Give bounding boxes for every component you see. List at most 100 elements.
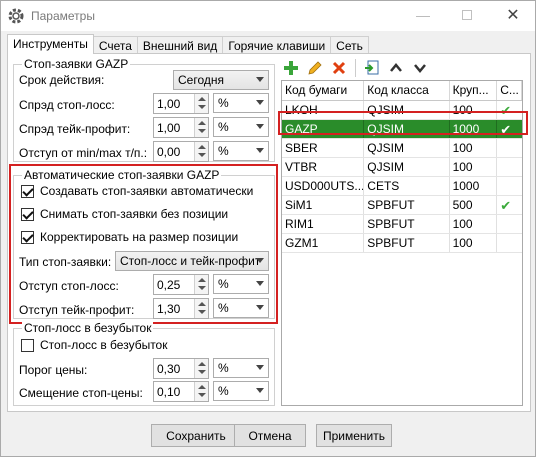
sl-offset-unit-select[interactable]: % [213, 274, 269, 294]
import-button[interactable] [362, 58, 382, 78]
tab-network[interactable]: Сеть [330, 36, 369, 54]
spin-buttons[interactable] [194, 382, 208, 401]
table-row[interactable]: GZM1 SPBFUT 100 [282, 234, 522, 253]
sl-offset-stepper[interactable]: 0,25 [153, 274, 209, 295]
validity-select[interactable]: Сегодня [173, 70, 269, 90]
gear-icon [8, 8, 24, 24]
edit-icon [308, 61, 322, 75]
column-header-code[interactable]: Код бумаги [282, 81, 365, 100]
table-row[interactable]: VTBR QJSIM 100 [282, 158, 522, 177]
table-row[interactable]: SiM1 SPBFUT 500 ✔ [282, 196, 522, 215]
cell-class: SPBFUT [364, 215, 450, 233]
minimize-button[interactable]: — [401, 1, 445, 29]
spin-up-icon [198, 145, 206, 149]
delete-button[interactable] [329, 58, 349, 78]
table-row[interactable]: LKOH QJSIM 100 ✔ [282, 101, 522, 120]
spin-buttons[interactable] [194, 118, 208, 137]
spin-buttons[interactable] [194, 94, 208, 113]
tab-strip: Инструменты Счета Внешний вид Горячие кл… [7, 34, 369, 54]
tab-appearance[interactable]: Внешний вид [136, 36, 224, 54]
stop-type-value: Стоп-лосс и тейк-профит [120, 254, 261, 268]
status-cell [497, 139, 522, 157]
cell-code: VTBR [282, 158, 365, 176]
cell-lot: 1000 [450, 177, 498, 195]
tp-offset-stepper[interactable]: 1,30 [153, 298, 209, 319]
tab-accounts[interactable]: Счета [92, 36, 138, 54]
sl-spread-unit-select[interactable]: % [213, 93, 269, 113]
save-button[interactable]: Сохранить [151, 424, 241, 447]
unit-value: % [218, 120, 229, 134]
tp-offset-unit-select[interactable]: % [213, 298, 269, 318]
edit-button[interactable] [305, 58, 325, 78]
cell-lot: 100 [450, 158, 498, 176]
create-auto-checkbox[interactable]: Создавать стоп-заявки автоматически [21, 184, 253, 198]
tp-spread-unit-select[interactable]: % [213, 117, 269, 137]
spin-up-icon [198, 97, 206, 101]
sl-spread-stepper[interactable]: 1,00 [153, 93, 209, 114]
tp-spread-stepper[interactable]: 1,00 [153, 117, 209, 138]
settings-window: Параметры — ✕ Инструменты Счета Внешний … [0, 0, 536, 457]
table-row[interactable]: USD000UTS... CETS 1000 [282, 177, 522, 196]
cell-lot: 100 [450, 139, 498, 157]
cell-class: QJSIM [364, 139, 450, 157]
move-up-button[interactable] [386, 58, 406, 78]
chevron-down-icon [256, 258, 264, 263]
cell-class: SPBFUT [364, 196, 450, 214]
chevron-down-icon [256, 281, 264, 286]
add-button[interactable] [281, 58, 301, 78]
checkbox-checked-icon [21, 184, 34, 198]
spin-down-icon [198, 105, 206, 109]
spin-buttons[interactable] [194, 299, 208, 318]
remove-no-position-checkbox[interactable]: Снимать стоп-заявки без позиции [21, 207, 228, 221]
checkbox-label: Снимать стоп-заявки без позиции [40, 207, 229, 221]
checkbox-checked-icon [21, 207, 34, 221]
spin-up-icon [198, 362, 206, 366]
sl-spread-label: Спрэд стоп-лосс: [19, 98, 115, 112]
minmax-offset-value: 0,00 [157, 145, 181, 159]
spin-buttons[interactable] [194, 142, 208, 161]
tab-hotkeys[interactable]: Горячие клавиши [222, 36, 332, 54]
adjust-position-checkbox[interactable]: Корректировать на размер позиции [21, 230, 238, 244]
checkbox-label: Создавать стоп-заявки автоматически [40, 184, 254, 198]
move-up-icon [390, 63, 402, 72]
threshold-unit-select[interactable]: % [213, 358, 269, 378]
spin-up-icon [198, 278, 206, 282]
cancel-button[interactable]: Отмена [234, 424, 306, 447]
table-row[interactable]: SBER QJSIM 100 [282, 139, 522, 158]
column-header-class[interactable]: Код класса [364, 81, 450, 100]
checkbox-label: Стоп-лосс в безубыток [40, 338, 168, 352]
maximize-button[interactable] [445, 1, 489, 29]
tp-spread-label: Спрэд тейк-профит: [19, 122, 131, 136]
table-row-selected[interactable]: GAZP QJSIM 1000 ✔ [282, 120, 522, 139]
cell-lot: 500 [450, 196, 498, 214]
spin-buttons[interactable] [194, 275, 208, 294]
column-header-status[interactable]: С... [497, 81, 522, 100]
group-title: Стоп-заявки GAZP [22, 57, 131, 71]
shift-unit-select[interactable]: % [213, 381, 269, 401]
chevron-down-icon [256, 100, 264, 105]
stop-type-select[interactable]: Стоп-лосс и тейк-профит [115, 251, 269, 271]
table-row[interactable]: RIM1 SPBFUT 100 [282, 215, 522, 234]
column-header-lot[interactable]: Круп... [450, 81, 498, 100]
tp-spread-value: 1,00 [157, 121, 181, 135]
shift-stepper[interactable]: 0,10 [153, 381, 209, 402]
breakeven-checkbox[interactable]: Стоп-лосс в безубыток [21, 338, 167, 352]
apply-button[interactable]: Применить [316, 424, 392, 447]
minmax-offset-stepper[interactable]: 0,00 [153, 141, 209, 162]
threshold-stepper[interactable]: 0,30 [153, 358, 209, 379]
minmax-offset-unit-select[interactable]: % [213, 141, 269, 161]
close-button[interactable]: ✕ [491, 1, 535, 29]
instruments-table[interactable]: Код бумаги Код класса Круп... С... LKOH … [281, 80, 523, 406]
close-icon: ✕ [506, 7, 520, 24]
spin-buttons[interactable] [194, 359, 208, 378]
cell-code: GZM1 [282, 234, 365, 252]
checkbox-unchecked-icon [21, 338, 34, 352]
unit-value: % [218, 96, 229, 110]
cell-code: SiM1 [282, 196, 365, 214]
move-down-button[interactable] [410, 58, 430, 78]
instrument-toolbar [281, 58, 434, 78]
checkbox-label: Корректировать на размер позиции [40, 230, 239, 244]
tp-offset-value: 1,30 [157, 302, 181, 316]
tab-instruments[interactable]: Инструменты [7, 34, 94, 54]
tp-offset-label: Отступ тейк-профит: [19, 303, 135, 317]
